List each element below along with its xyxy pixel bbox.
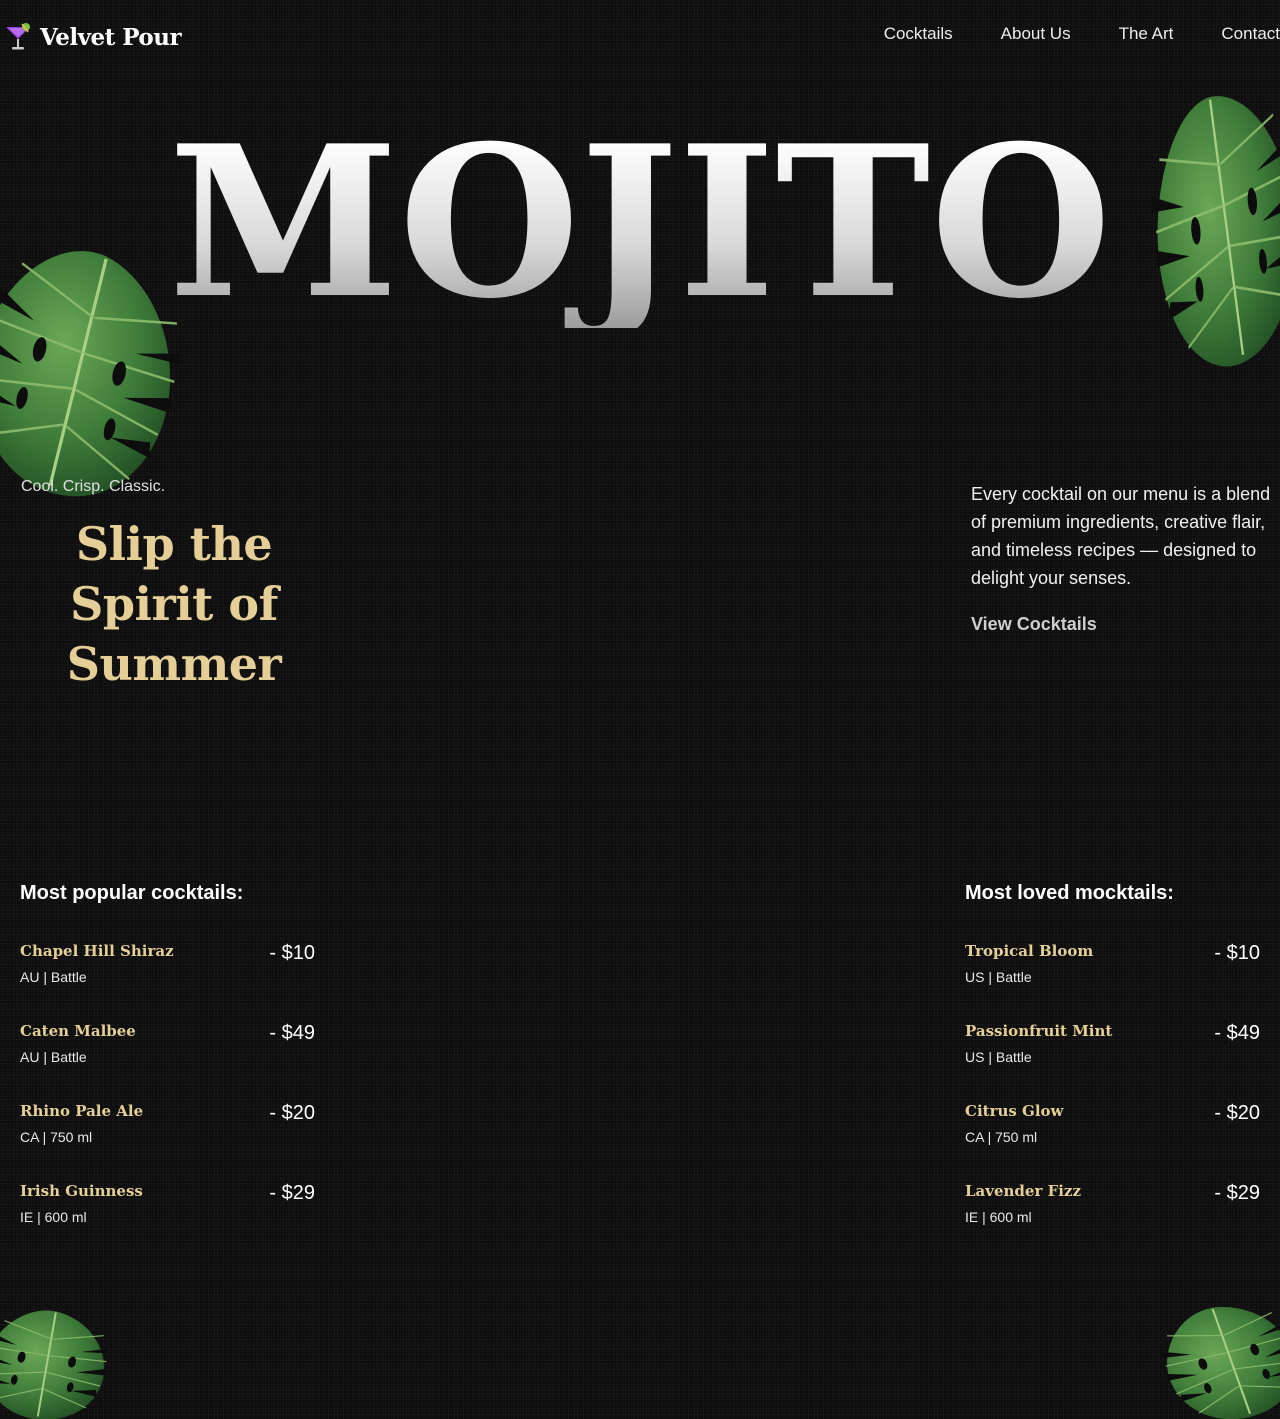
list-heading: Most popular cocktails: <box>20 882 244 904</box>
item-price: - $29 <box>269 1182 315 1204</box>
nav-link-contact[interactable]: Contact <box>1221 24 1280 44</box>
nav-link-about-us[interactable]: About Us <box>1001 24 1071 44</box>
navbar: Velvet Pour Cocktails About Us The Art C… <box>0 0 1280 72</box>
item-name: Lavender Fizz <box>965 1182 1081 1200</box>
item-name: Passionfruit Mint <box>965 1022 1113 1040</box>
list-item[interactable]: Passionfruit Mint US | Battle - $49 <box>965 1022 1260 1102</box>
nav-link-the-art[interactable]: The Art <box>1119 24 1174 44</box>
item-name: Tropical Bloom <box>965 942 1094 960</box>
item-name: Caten Malbee <box>20 1022 136 1040</box>
hero-description: Every cocktail on our menu is a blend of… <box>971 484 1271 588</box>
item-meta: IE | 600 ml <box>20 1209 87 1225</box>
item-meta: US | Battle <box>965 1049 1032 1065</box>
item-price: - $29 <box>1214 1182 1260 1204</box>
item-price: - $20 <box>269 1102 315 1124</box>
item-price: - $49 <box>1214 1022 1260 1044</box>
list-item[interactable]: Citrus Glow CA | 750 ml - $20 <box>965 1102 1260 1182</box>
item-meta: CA | 750 ml <box>20 1129 93 1145</box>
list-item[interactable]: Tropical Bloom US | Battle - $10 <box>965 942 1260 1022</box>
item-meta: CA | 750 ml <box>965 1129 1038 1145</box>
item-name: Rhino Pale Ale <box>20 1102 144 1120</box>
brand-name: Velvet Pour <box>40 23 182 51</box>
item-price: - $20 <box>1214 1102 1260 1124</box>
list-item[interactable]: Lavender Fizz IE | 600 ml - $29 <box>965 1182 1260 1262</box>
list-item[interactable]: Rhino Pale Ale CA | 750 ml - $20 <box>20 1102 315 1182</box>
cocktail-glass-icon <box>6 23 30 50</box>
item-name: Citrus Glow <box>965 1102 1064 1120</box>
item-name: Chapel Hill Shiraz <box>20 942 174 960</box>
nav-link-cocktails[interactable]: Cocktails <box>884 24 953 44</box>
item-name: Irish Guinness <box>20 1182 143 1200</box>
list-item[interactable]: Caten Malbee AU | Battle - $49 <box>20 1022 315 1102</box>
view-cocktails-link[interactable]: View Cocktails <box>971 614 1097 635</box>
popular-cocktails-list: Most popular cocktails: Chapel Hill Shir… <box>20 882 315 1262</box>
monstera-leaf-icon <box>0 1305 110 1419</box>
list-item[interactable]: Irish Guinness IE | 600 ml - $29 <box>20 1182 315 1262</box>
main-nav: Cocktails About Us The Art Contact <box>884 24 1280 44</box>
item-meta: IE | 600 ml <box>965 1209 1032 1225</box>
brand-logo[interactable]: Velvet Pour <box>2 20 182 54</box>
item-price: - $49 <box>269 1022 315 1044</box>
item-price: - $10 <box>1214 942 1260 964</box>
item-meta: US | Battle <box>965 969 1032 985</box>
list-heading: Most loved mocktails: <box>965 882 1174 904</box>
list-item[interactable]: Chapel Hill Shiraz AU | Battle - $10 <box>20 942 315 1022</box>
hero-title: MOJITO <box>0 118 1280 328</box>
hero-tagline-heading: Slip the Spirit of Summer <box>66 517 282 691</box>
item-price: - $10 <box>269 942 315 964</box>
loved-mocktails-list: Most loved mocktails: Tropical Bloom US … <box>965 882 1260 1262</box>
item-meta: AU | Battle <box>20 1049 87 1065</box>
monstera-leaf-icon <box>1160 1300 1280 1419</box>
item-meta: AU | Battle <box>20 969 87 985</box>
hero-tagline-small: Cool. Crisp. Classic. <box>21 478 166 495</box>
